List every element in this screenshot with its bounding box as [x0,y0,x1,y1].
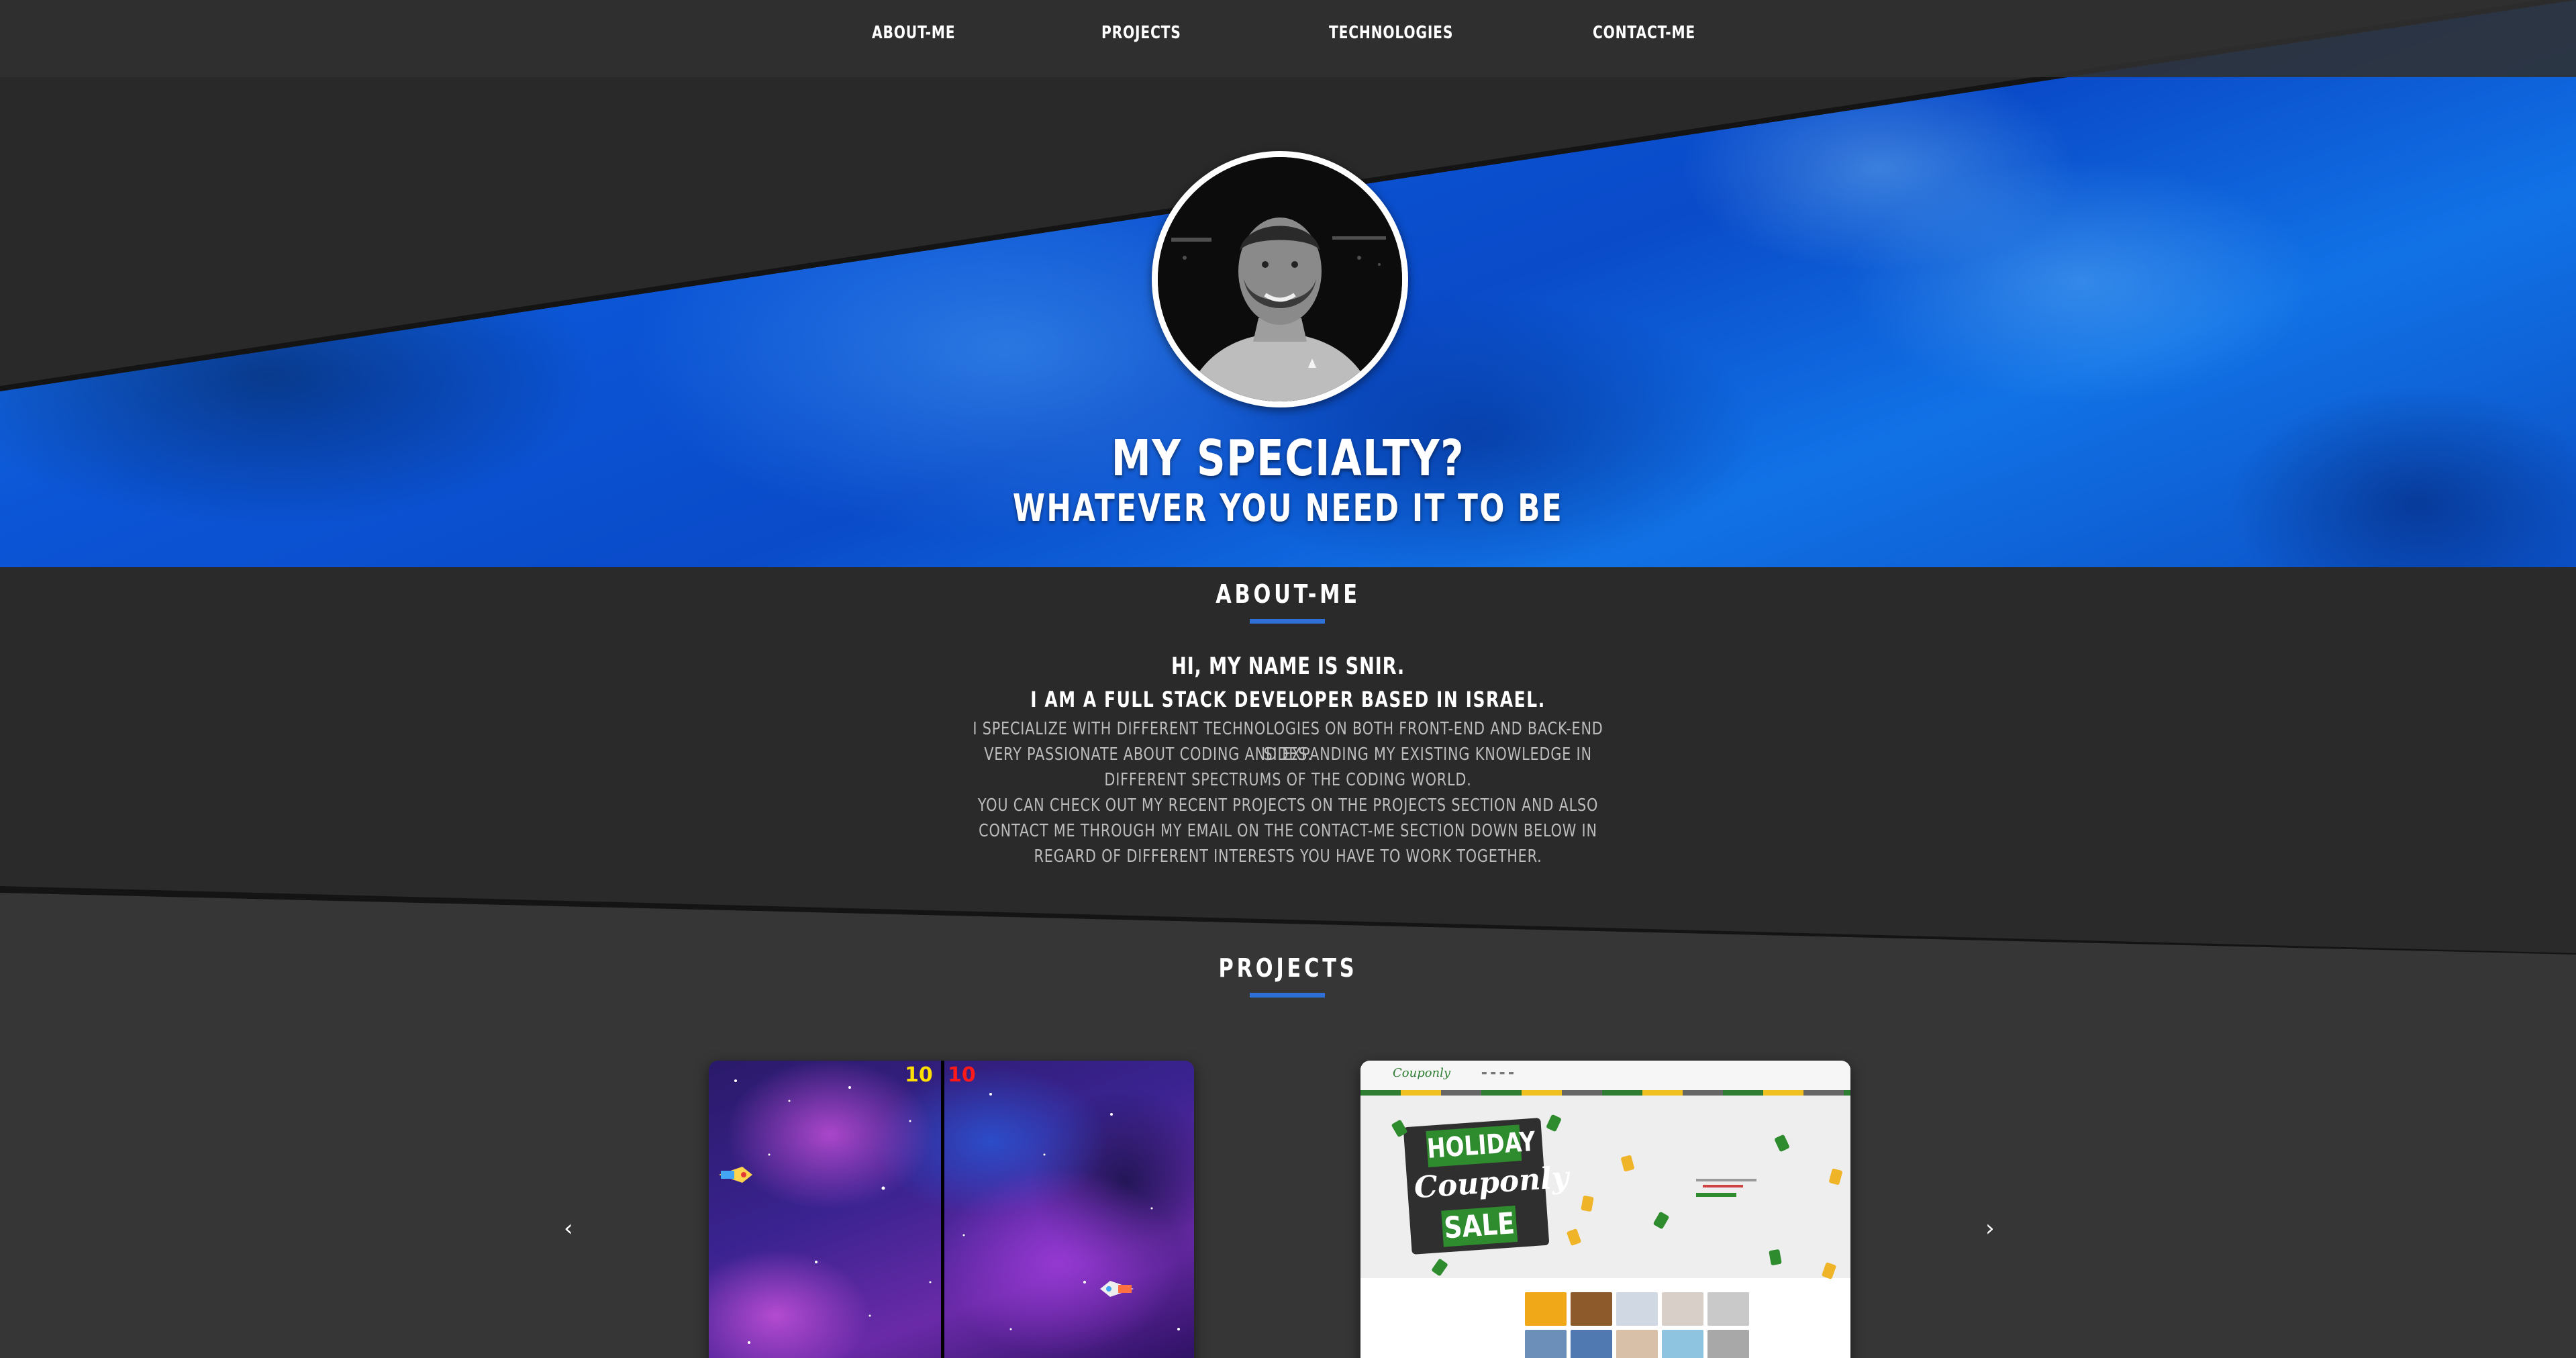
couponly-cta-button [1696,1193,1736,1197]
sign-sale-text: SALE [1441,1206,1518,1247]
nav-link-contact-me[interactable]: CONTACT-ME [1593,23,1695,43]
price-tag-icon [1566,1228,1582,1247]
price-tag-icon [1652,1211,1670,1230]
couponly-header: Couponly ▬ ▬ ▬ ▬ [1360,1061,1850,1090]
project-card-couponly[interactable]: Couponly ▬ ▬ ▬ ▬ HOLIDAY Couponly SALE [1360,1061,1850,1358]
price-tag-icon [1546,1114,1562,1132]
nav-link-projects[interactable]: PROJECTS [1101,23,1181,43]
about-me-heading: ABOUT-ME [1216,579,1360,609]
player-ship-right-icon [1100,1281,1134,1297]
player-ship-left-icon [719,1167,752,1183]
coupon-thumbnail [1616,1292,1658,1326]
coupon-thumbnail [1662,1292,1703,1326]
couponly-promo-text [1696,1179,1756,1181]
coupon-thumbnail [1571,1330,1612,1358]
about-me-underline [1250,619,1325,624]
coupon-thumbnail [1662,1330,1703,1358]
projects-heading: PROJECTS [1218,953,1358,983]
couponly-menu-placeholder: ▬ ▬ ▬ ▬ [1481,1070,1515,1077]
portfolio-page: ABOUT-ME PROJECTS TECHNOLOGIES CONTACT-M… [0,0,2576,1358]
profile-avatar [1152,151,1408,407]
project-card-space-game[interactable]: 10 10 [709,1061,1194,1358]
hero-title: MY SPECIALTY? [1111,430,1465,487]
score-left: 10 [905,1063,933,1087]
about-role: I AM A FULL STACK DEVELOPER BASED IN ISR… [1030,687,1546,712]
space-starfield [734,1079,1180,1344]
carousel-prev-arrow[interactable]: ‹ [564,1215,573,1242]
coupon-thumbnail [1525,1330,1567,1358]
coupon-thumbnail [1571,1292,1612,1326]
score-right: 10 [948,1063,976,1087]
couponly-promo-highlight [1703,1185,1743,1187]
price-tag-icon [1821,1261,1837,1280]
couponly-hero-banner: HOLIDAY Couponly SALE [1360,1096,1850,1280]
couponly-stripe [1360,1090,1850,1096]
projects-section: PROJECTS [0,893,2576,1358]
about-paragraph-projects-contact: YOU CAN CHECK OUT MY RECENT PROJECTS ON … [977,795,1599,867]
couponly-logo: Couponly [1393,1066,1451,1080]
nav-link-about-me[interactable]: ABOUT-ME [872,23,955,43]
coupon-thumbnail [1616,1330,1658,1358]
price-tag-icon [1828,1168,1843,1185]
hero-subtitle: WHATEVER YOU NEED IT TO BE [1012,487,1564,530]
about-greeting: HI, MY NAME IS SNIR. [1171,653,1405,680]
profile-photo [1158,157,1402,401]
price-tag-icon [1769,1249,1782,1266]
top-navigation: ABOUT-ME PROJECTS TECHNOLOGIES CONTACT-M… [0,0,2576,77]
coupon-thumbnail [1525,1292,1567,1326]
couponly-coupon-grid [1525,1292,1753,1358]
price-tag-icon [1620,1155,1635,1172]
about-paragraph-passionate: VERY PASSIONATE ABOUT CODING AND EXPANDI… [984,744,1592,790]
projects-underline [1250,993,1325,998]
coupon-thumbnail [1707,1330,1749,1358]
price-tag-icon [1774,1134,1790,1153]
coupon-thumbnail [1707,1292,1749,1326]
game-center-divider [941,1061,944,1358]
nav-link-technologies[interactable]: TECHNOLOGIES [1329,23,1453,43]
price-tag-icon [1581,1195,1594,1212]
price-tag-icon [1431,1258,1448,1277]
sign-holiday-text: HOLIDAY [1426,1124,1536,1167]
holiday-sale-sign: HOLIDAY Couponly SALE [1403,1118,1570,1255]
carousel-next-arrow[interactable]: › [1985,1215,1995,1242]
